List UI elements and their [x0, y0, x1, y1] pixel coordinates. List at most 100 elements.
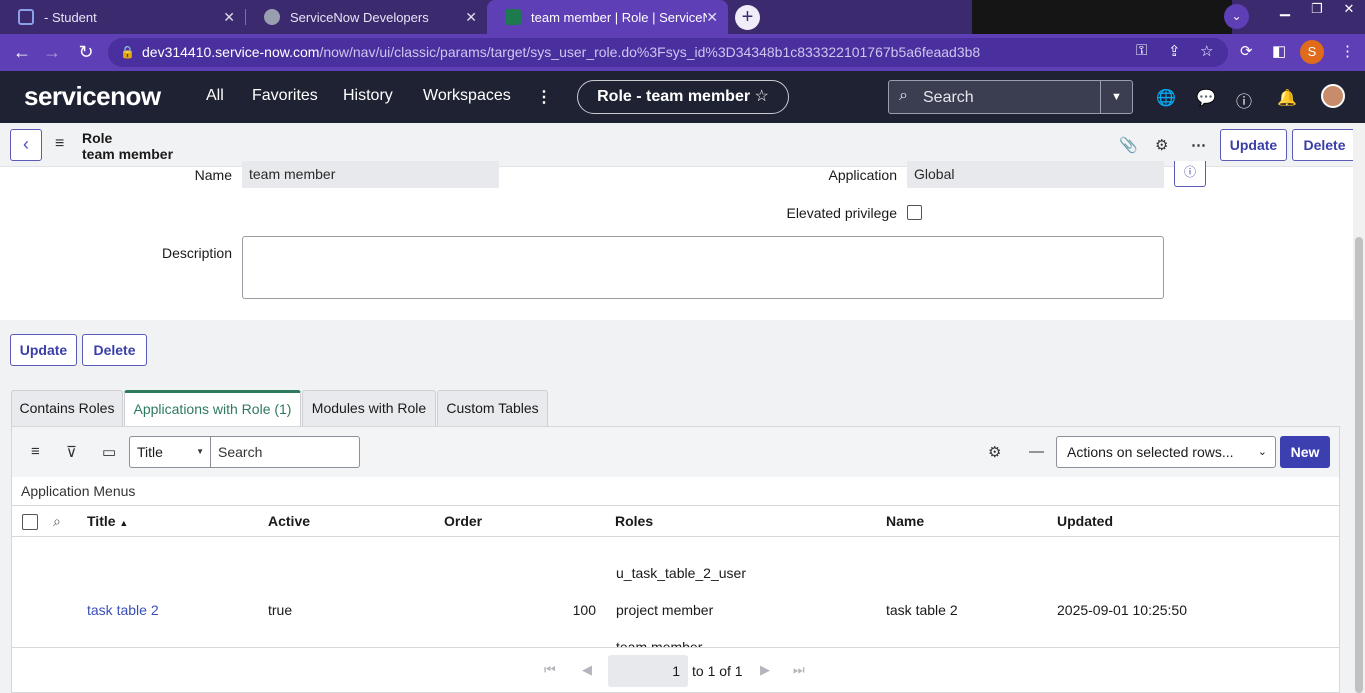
nav-all[interactable]: All [206, 87, 224, 105]
elevated-privilege-checkbox[interactable] [907, 205, 922, 220]
row-title-link[interactable]: task table 2 [87, 602, 159, 618]
share-icon[interactable]: ⇪ [1168, 42, 1181, 60]
filter-icon[interactable]: ⊽ [66, 443, 77, 461]
globe-icon[interactable]: 🌐 [1156, 88, 1176, 108]
close-tab-icon[interactable]: ✕ [465, 9, 477, 26]
page-count-text: to 1 of 1 [692, 663, 743, 679]
column-header-roles[interactable]: Roles [615, 513, 653, 529]
context-pill[interactable]: Role - team member ☆ [577, 80, 789, 114]
actions-select[interactable]: Actions on selected rows... ⌄ [1056, 436, 1276, 468]
side-panel-icon[interactable]: ◧ [1272, 42, 1286, 60]
update-button[interactable]: Update [1220, 129, 1287, 161]
tab-applications-with-role[interactable]: Applications with Role (1) [124, 390, 301, 428]
nav-history[interactable]: History [343, 87, 393, 105]
profile-avatar[interactable]: S [1300, 40, 1324, 64]
search-field-select[interactable]: Title ▼ [129, 436, 211, 468]
new-button[interactable]: New [1280, 436, 1330, 468]
application-info-icon[interactable]: ⓘ [1174, 161, 1206, 187]
bottom-delete-button[interactable]: Delete [82, 334, 147, 366]
list-menu-icon[interactable]: ≡ [31, 443, 40, 460]
scrollbar-thumb[interactable] [1355, 237, 1363, 693]
page-scrollbar[interactable] [1353, 123, 1365, 693]
form-menu-icon[interactable]: ≡ [55, 135, 64, 153]
list-settings-gear-icon[interactable]: ⚙ [988, 443, 1001, 461]
search-placeholder: Search [923, 89, 974, 106]
previous-page-icon[interactable]: ◀ [582, 662, 592, 678]
application-label: Application [828, 167, 898, 183]
url-host: dev314410.service-now.com [142, 44, 320, 60]
column-header-name[interactable]: Name [886, 513, 924, 529]
browser-tab-team-member[interactable]: team member | Role | ServiceNow ✕ [487, 0, 728, 34]
name-field[interactable]: team member [242, 161, 499, 188]
back-arrow-icon[interactable]: ← [10, 41, 34, 65]
row-active: true [268, 602, 293, 618]
key-icon[interactable]: ⚿ [1136, 42, 1147, 59]
help-icon[interactable]: ⓘ [1236, 88, 1252, 112]
column-header-title[interactable]: Title ▲ [87, 513, 128, 529]
bell-icon[interactable]: 🔔 [1277, 88, 1297, 108]
actions-value: Actions on selected rows... [1067, 444, 1234, 460]
row-updated: 2025-09-01 10:25:50 [1057, 602, 1187, 618]
column-header-active[interactable]: Active [268, 513, 310, 529]
search-scope-chevron-icon[interactable]: ▼ [1100, 81, 1132, 113]
close-tab-icon[interactable]: ✕ [223, 9, 235, 26]
restore-icon[interactable]: ❐ [1301, 0, 1333, 22]
application-field[interactable]: Global [907, 161, 1164, 188]
new-tab-button[interactable]: + [735, 5, 760, 30]
column-header-updated[interactable]: Updated [1057, 513, 1113, 529]
delete-button[interactable]: Delete [1292, 129, 1357, 161]
url-field[interactable]: 🔒 dev314410.service-now.com/now/nav/ui/c… [108, 38, 1228, 67]
reload-icon[interactable]: ↻ [74, 41, 98, 65]
context-pill-label: Role - team member [597, 88, 751, 105]
servicenow-header: servicenow All Favorites History Workspa… [0, 71, 1365, 123]
chat-icon[interactable]: 💬 [1196, 88, 1216, 108]
background-window-strip [972, 0, 1232, 34]
page-number-input[interactable]: 1 [608, 655, 688, 687]
close-tab-icon[interactable]: ✕ [706, 9, 718, 26]
minimize-icon[interactable]: ▁ [1269, 0, 1301, 22]
more-options-icon[interactable]: ⋯ [1191, 136, 1206, 154]
global-search[interactable]: ⌕ Search ▼ [888, 80, 1133, 114]
form-body: Name team member Application Global ⓘ El… [0, 161, 1353, 320]
column-search-icon[interactable]: ⌕ [53, 513, 61, 530]
last-page-icon[interactable]: ⏭ [793, 662, 805, 678]
next-page-icon[interactable]: ▶ [760, 662, 770, 678]
search-icon: ⌕ [899, 87, 908, 104]
column-header-order[interactable]: Order [444, 513, 482, 529]
extensions-icon[interactable]: ⟳ [1240, 42, 1253, 60]
servicenow-favicon-icon [505, 9, 521, 25]
chevron-down-icon: ⌄ [1257, 446, 1267, 458]
tab-modules-with-role[interactable]: Modules with Role [302, 390, 436, 426]
servicenow-logo[interactable]: servicenow [24, 81, 161, 112]
form-back-button[interactable]: ‹ [10, 129, 42, 161]
collapse-list-icon[interactable]: — [1029, 443, 1044, 460]
name-value: team member [249, 166, 336, 182]
nav-workspaces[interactable]: Workspaces [423, 87, 511, 105]
row-role: project member [616, 602, 714, 618]
description-textarea[interactable] [242, 236, 1164, 299]
list-pager: ⏮ ◀ 1 to 1 of 1 ▶ ⏭ [12, 647, 1339, 692]
forward-arrow-icon[interactable]: → [40, 41, 64, 65]
bottom-update-button[interactable]: Update [10, 334, 77, 366]
tab-custom-tables[interactable]: Custom Tables [437, 390, 548, 426]
comment-icon[interactable]: ▭ [102, 443, 116, 461]
first-page-icon[interactable]: ⏮ [544, 662, 556, 678]
nav-favorites[interactable]: Favorites [252, 87, 318, 105]
browser-tab-student[interactable]: - Student ✕ [0, 0, 245, 34]
personalize-icon[interactable]: ⚙ [1155, 136, 1168, 154]
more-menu-icon[interactable]: ⋮ [536, 87, 552, 107]
list-search-input[interactable]: Search [210, 436, 360, 468]
address-bar-row: ← → ↻ 🔒 dev314410.service-now.com/now/na… [0, 34, 1365, 71]
record-name: team member [82, 146, 174, 162]
browser-menu-icon[interactable]: ⋮ [1340, 42, 1355, 60]
row-name: task table 2 [886, 602, 958, 618]
select-all-checkbox[interactable] [22, 514, 38, 530]
favorite-star-icon[interactable]: ☆ [755, 88, 769, 105]
user-avatar[interactable] [1321, 84, 1345, 108]
tab-search-button[interactable]: ⌄ [1224, 4, 1249, 29]
browser-tab-developers[interactable]: ServiceNow Developers ✕ [246, 0, 487, 34]
tab-contains-roles[interactable]: Contains Roles [11, 390, 123, 426]
bookmark-star-icon[interactable]: ☆ [1200, 42, 1213, 60]
attachment-icon[interactable]: 📎 [1119, 136, 1138, 154]
close-window-icon[interactable]: ✕ [1333, 0, 1365, 22]
